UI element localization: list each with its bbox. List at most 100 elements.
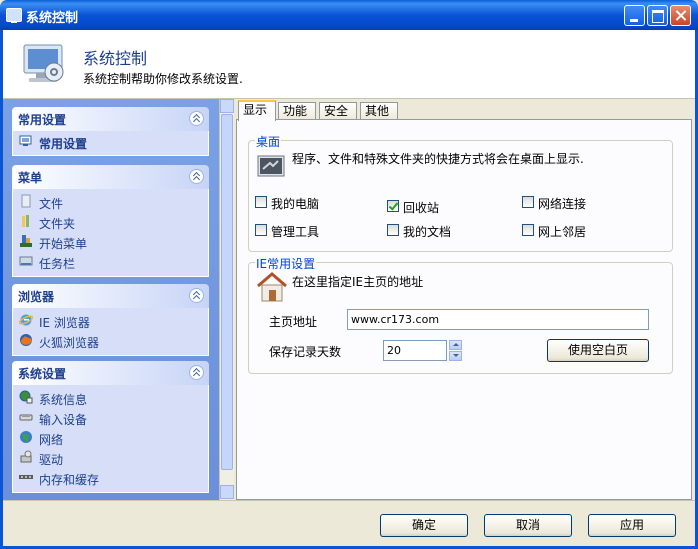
apply-button[interactable]: 应用 <box>588 514 676 537</box>
group-header[interactable]: 系统设置 <box>12 361 209 385</box>
sidebar-item-label: 网络 <box>39 433 64 447</box>
taskbar-icon <box>19 256 33 266</box>
button-bar: 确定 取消 应用 <box>3 500 695 547</box>
tab-strip: 显示 功能 安全 其他 <box>236 100 698 121</box>
checkbox-box[interactable] <box>522 224 534 236</box>
header-title: 系统控制 <box>83 49 148 68</box>
firefox-icon <box>20 334 32 346</box>
sidebar-group-common: 常用设置 常用设置 <box>12 107 209 156</box>
ie-description: 在这里指定IE主页的地址 <box>292 275 424 289</box>
tab-panel: 桌面 程序、文件和特殊文件夹的快捷方式将会在桌面上显示. 我的电脑 回收站 网络… <box>236 119 692 500</box>
group-title: 常用设置 <box>18 113 67 127</box>
ie-icon <box>19 314 33 326</box>
checkbox-box[interactable] <box>522 196 534 208</box>
desktop-legend: 桌面 <box>255 133 282 150</box>
sidebar-item-taskbar[interactable]: 任务栏 <box>13 252 208 272</box>
sidebar-item-folder[interactable]: 文件夹 <box>13 212 208 232</box>
scroll-down-button[interactable] <box>220 485 234 499</box>
collapse-icon[interactable] <box>189 288 204 303</box>
group-title: 浏览器 <box>18 290 55 304</box>
folder-icon <box>22 215 29 227</box>
sidebar-item-label: 火狐浏览器 <box>39 336 100 350</box>
minimize-button[interactable] <box>624 5 645 26</box>
spin-up-button[interactable] <box>449 340 462 350</box>
checkbox-label: 我的文档 <box>403 225 452 239</box>
sidebar-item-memory[interactable]: 内存和缓存 <box>13 468 208 488</box>
driver-icon <box>20 450 32 463</box>
maximize-button[interactable] <box>647 5 668 26</box>
window: 系统控制 系统控制 系统控制帮助你修改系统设置. 常用设置 常用设置 菜单 文件… <box>0 0 698 549</box>
window-title: 系统控制 <box>26 11 79 26</box>
group-header[interactable]: 浏览器 <box>12 284 209 308</box>
group-header[interactable]: 常用设置 <box>12 107 209 131</box>
tab-features[interactable]: 功能 <box>278 102 316 120</box>
history-days-spinner[interactable] <box>449 340 462 361</box>
collapse-icon[interactable] <box>189 111 204 126</box>
group-title: 系统设置 <box>18 367 67 381</box>
header-subtitle: 系统控制帮助你修改系统设置. <box>83 72 243 86</box>
checkbox-label: 管理工具 <box>271 225 320 239</box>
tab-security[interactable]: 安全 <box>319 102 357 120</box>
sidebar-item-label: 文件夹 <box>39 217 76 231</box>
sidebar-item-ie[interactable]: IE 浏览器 <box>13 311 208 331</box>
checkbox-label: 网络连接 <box>538 197 587 211</box>
group-title: 菜单 <box>18 171 43 185</box>
sidebar-item-system-info[interactable]: 系统信息 <box>13 388 208 408</box>
collapse-icon[interactable] <box>189 169 204 184</box>
sidebar-group-system: 系统设置 系统信息 输入设备 网络 驱动 内存和缓存 <box>12 361 209 493</box>
use-blank-page-button[interactable]: 使用空白页 <box>547 339 649 362</box>
file-icon <box>21 194 31 208</box>
sidebar-item-label: 文件 <box>39 197 64 211</box>
sidebar-item-label: IE 浏览器 <box>39 316 90 330</box>
checkbox-box[interactable] <box>387 224 399 236</box>
sidebar-item-label: 常用设置 <box>39 137 88 151</box>
sidebar-item-label: 任务栏 <box>39 257 76 271</box>
ie-legend: IE常用设置 <box>255 255 317 272</box>
sidebar-item-label: 内存和缓存 <box>39 473 100 487</box>
sidebar-item-start-menu[interactable]: 开始菜单 <box>13 232 208 252</box>
close-button[interactable] <box>670 5 691 26</box>
sidebar-item-network[interactable]: 网络 <box>13 428 208 448</box>
sidebar-scrollbar[interactable] <box>219 99 234 500</box>
tab-other[interactable]: 其他 <box>360 102 398 120</box>
ok-button[interactable]: 确定 <box>380 514 468 537</box>
monitor-settings-icon <box>23 44 64 82</box>
sidebar-item-label: 输入设备 <box>39 413 88 427</box>
sidebar-item-driver[interactable]: 驱动 <box>13 448 208 468</box>
system-info-icon <box>19 390 33 404</box>
checkbox-label: 我的电脑 <box>271 197 320 211</box>
scrollbar-thumb[interactable] <box>221 114 233 470</box>
ie-groupbox: IE常用设置 在这里指定IE主页的地址 主页地址 保存记录天数 使用空白页 <box>248 255 673 374</box>
cancel-button[interactable]: 取消 <box>484 514 572 537</box>
group-header[interactable]: 菜单 <box>12 165 209 189</box>
sidebar-item-input-device[interactable]: 输入设备 <box>13 408 208 428</box>
title-bar[interactable]: 系统控制 <box>0 0 698 30</box>
sidebar-item-firefox[interactable]: 火狐浏览器 <box>13 331 208 351</box>
sidebar: 常用设置 常用设置 菜单 文件 文件夹 开始菜单 任务栏 浏览器 IE 浏览器 … <box>3 99 219 500</box>
scroll-up-button[interactable] <box>220 99 234 113</box>
home-icon <box>257 272 287 302</box>
checkbox-box[interactable] <box>255 224 267 236</box>
history-days-input[interactable] <box>383 340 447 361</box>
sidebar-item-label: 驱动 <box>39 453 64 467</box>
app-icon <box>6 8 22 23</box>
collapse-icon[interactable] <box>189 365 204 380</box>
homepage-input[interactable] <box>347 309 649 330</box>
sidebar-item-file[interactable]: 文件 <box>13 192 208 212</box>
network-icon <box>20 431 32 443</box>
checkbox-box[interactable] <box>387 200 399 212</box>
tab-display[interactable]: 显示 <box>238 100 276 121</box>
history-days-label: 保存记录天数 <box>269 345 342 359</box>
homepage-label: 主页地址 <box>269 315 318 329</box>
memory-icon <box>19 475 33 479</box>
checkbox-label: 网上邻居 <box>538 225 587 239</box>
checkbox-box[interactable] <box>255 196 267 208</box>
spin-down-button[interactable] <box>449 351 462 361</box>
sidebar-item-label: 开始菜单 <box>39 237 88 251</box>
input-device-icon <box>19 414 33 421</box>
sidebar-group-browser: 浏览器 IE 浏览器 火狐浏览器 <box>12 284 209 356</box>
desktop-icon <box>257 155 285 177</box>
settings-icon <box>19 135 32 146</box>
header-banner: 系统控制 系统控制帮助你修改系统设置. <box>3 30 695 99</box>
sidebar-item-common-settings[interactable]: 常用设置 <box>13 132 208 152</box>
